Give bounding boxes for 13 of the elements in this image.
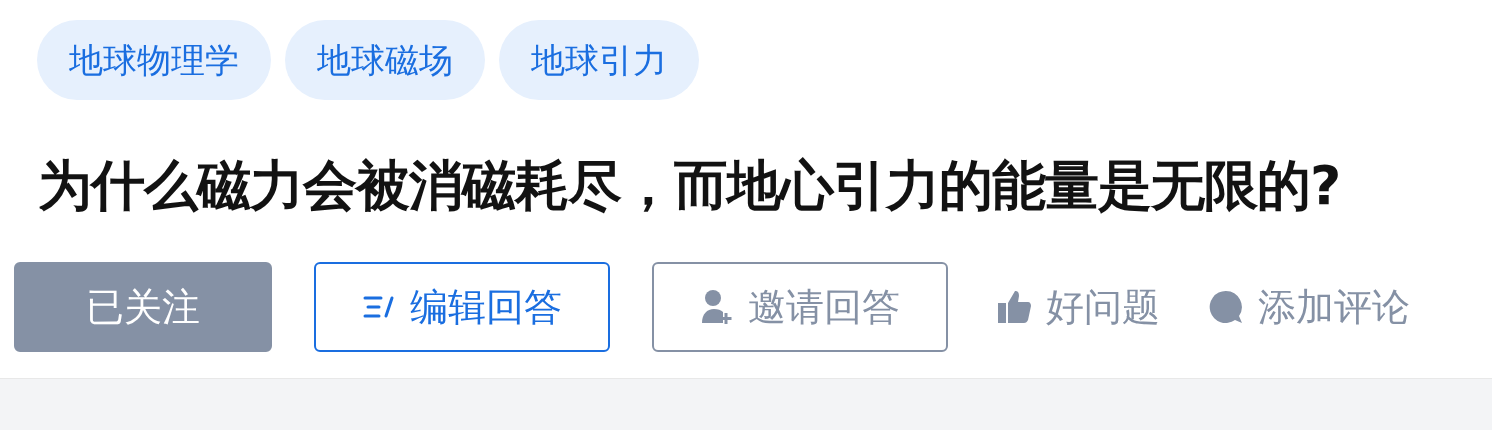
add-comment-button[interactable]: 添加评论 xyxy=(1208,281,1410,333)
topic-tag[interactable]: 地球物理学 xyxy=(37,20,271,100)
question-title: 为什么磁力会被消磁耗尽，而地心引力的能量是无限的? xyxy=(38,153,1342,219)
edit-answer-button[interactable]: 编辑回答 xyxy=(314,262,610,352)
edit-icon xyxy=(362,294,396,320)
invite-answer-button[interactable]: 邀请回答 xyxy=(652,262,948,352)
topic-tag[interactable]: 地球磁场 xyxy=(285,20,485,100)
good-question-button[interactable]: 好问题 xyxy=(996,281,1160,333)
topic-tag[interactable]: 地球引力 xyxy=(499,20,699,100)
thumbs-up-icon xyxy=(996,289,1032,325)
add-user-icon xyxy=(700,289,734,325)
follow-button[interactable]: 已关注 xyxy=(14,262,272,352)
comment-icon xyxy=(1208,289,1244,325)
